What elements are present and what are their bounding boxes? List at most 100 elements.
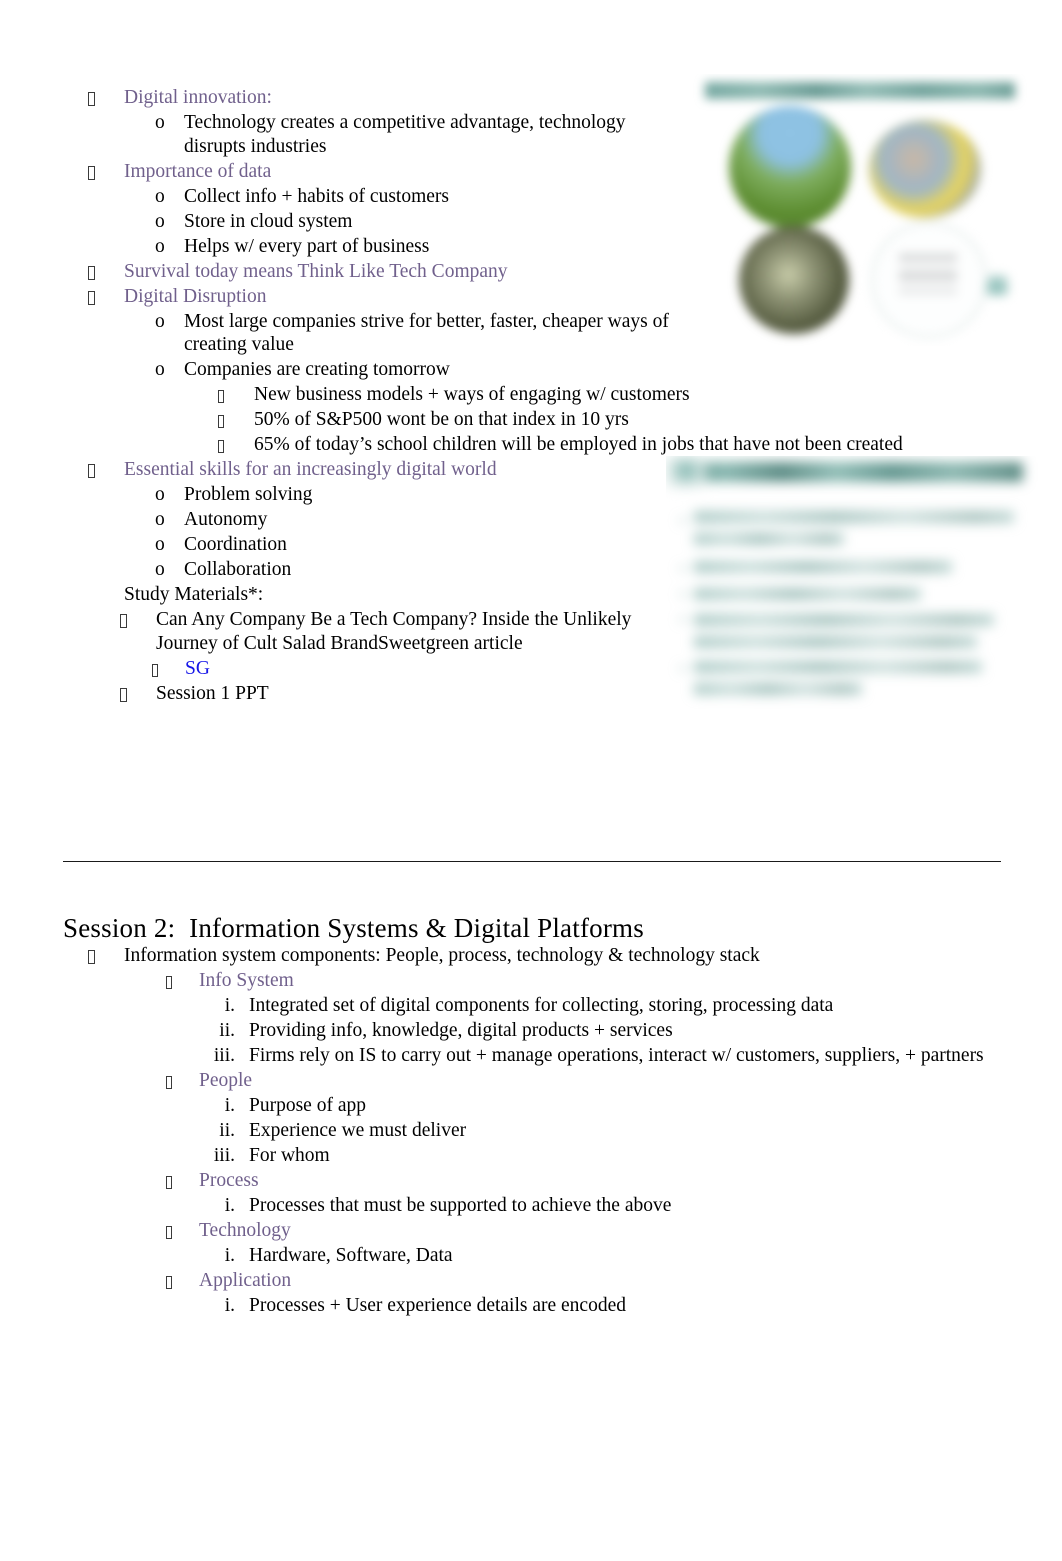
outline-item: o Helps w/ every part of business: [0, 235, 690, 259]
slide-bullet-dot: [680, 592, 685, 597]
outline-item: Process: [0, 1169, 1010, 1193]
outline-item-label: Integrated set of digital components for…: [249, 995, 834, 1016]
slide-bullet-line: [694, 661, 982, 673]
section-divider: [63, 861, 1001, 862]
outline-item: 50% of S&P500 wont be on that index in 1…: [0, 408, 1000, 432]
outline-item-label: Digital Disruption: [124, 285, 267, 307]
outline-item-label: Most large companies strive for better, …: [184, 310, 669, 356]
slide-logo-icon: [985, 274, 1009, 296]
outline-item: i. Processes that must be supported to a…: [0, 1194, 1010, 1218]
outline-item: o Autonomy: [0, 508, 690, 532]
list-marker-roman: i.: [224, 1295, 235, 1316]
outline-item: o Collaboration: [0, 558, 690, 582]
bullet-tofu-icon: [88, 160, 124, 184]
outline-item: Survival today means Think Like Tech Com…: [0, 260, 690, 284]
list-marker-roman: i.: [224, 1245, 235, 1266]
bullet-tofu-icon: [88, 285, 124, 309]
study-material-label: Session 1 PPT: [156, 682, 269, 704]
bullet-tofu-icon: [218, 408, 254, 432]
slide-bullet-line: [694, 511, 1014, 523]
outline-item-label: Processes that must be supported to achi…: [249, 1195, 672, 1216]
slide-bullet-line: [694, 636, 977, 648]
bullet-o-icon: o: [155, 112, 165, 133]
slide-title-banner: [678, 462, 1023, 482]
outline-item: Importance of data: [0, 160, 690, 184]
outline-item-label: 50% of S&P500 wont be on that index in 1…: [254, 409, 629, 430]
list-marker-roman: i.: [224, 1195, 235, 1216]
slide-bullet-dot: [680, 666, 685, 671]
outline-item-label: Survival today means Think Like Tech Com…: [124, 260, 508, 282]
outline-item-label: Problem solving: [184, 484, 313, 505]
bullet-o-icon: o: [155, 185, 165, 207]
study-material-item[interactable]: SG: [0, 657, 690, 681]
bullet-tofu-icon: [88, 86, 124, 110]
outline-item-label: Importance of data: [124, 160, 272, 182]
outline-section-1: Digital innovation: o Technology creates…: [0, 86, 903, 707]
outline-item-label: Experience we must deliver: [249, 1120, 467, 1141]
outline-item-label: 65% of today’s school children will be e…: [254, 434, 903, 455]
slide-bullet-line: [694, 588, 921, 600]
bullet-tofu-icon: [166, 1169, 199, 1193]
bullet-o-icon: o: [155, 559, 165, 580]
outline-item-label: Application: [199, 1270, 292, 1291]
bullet-o-icon: o: [155, 210, 165, 232]
study-material-label: Can Any Company Be a Tech Company? Insid…: [156, 609, 632, 654]
slide-bullet-line: [694, 614, 994, 626]
outline-item-label: Essential skills for an increasingly dig…: [124, 459, 497, 480]
list-marker-roman: ii.: [219, 1020, 235, 1041]
outline-item: o Coordination: [0, 533, 690, 557]
outline-item: i. Hardware, Software, Data: [0, 1244, 1010, 1268]
outline-item: Info System: [0, 969, 1010, 993]
outline-item: Technology: [0, 1219, 1010, 1243]
study-material-item: Session 1 PPT: [0, 682, 690, 706]
bullet-o-icon: o: [155, 534, 165, 555]
slide-bullet-line: [694, 561, 952, 573]
document-page: Digital innovation: o Technology creates…: [0, 0, 1062, 1561]
outline-item-label: Helps w/ every part of business: [184, 235, 430, 257]
bullet-tofu-icon: [166, 1269, 199, 1293]
bullet-tofu-icon: [120, 682, 156, 706]
slide-bullet-dot: [680, 518, 685, 523]
bullet-o-icon: o: [155, 310, 165, 332]
outline-item-label: For whom: [249, 1145, 330, 1166]
slide-bullet-line: [694, 683, 862, 695]
outline-item-label: Process: [199, 1170, 259, 1191]
outline-item-label: New business models + ways of engaging w…: [254, 384, 690, 405]
outline-item: Digital innovation:: [0, 86, 690, 110]
outline-section-2: Information system components: People, p…: [0, 944, 1010, 1319]
bullet-tofu-icon: [152, 657, 185, 681]
bullet-o-icon: o: [155, 484, 165, 505]
outline-item: Essential skills for an increasingly dig…: [0, 458, 690, 482]
outline-item: iii. Firms rely on IS to carry out + man…: [0, 1044, 1010, 1068]
outline-item-label: Info System: [199, 970, 294, 991]
bullet-o-icon: o: [155, 359, 165, 380]
bullet-tofu-icon: [166, 1219, 199, 1243]
bullet-tofu-icon: [120, 608, 156, 632]
list-marker-roman: iii.: [213, 1145, 235, 1166]
outline-item-label: Technology creates a competitive advanta…: [184, 112, 626, 157]
outline-item-label: Technology: [199, 1220, 291, 1241]
sg-link[interactable]: SG: [185, 657, 690, 681]
outline-item-label: Firms rely on IS to carry out + manage o…: [249, 1045, 984, 1066]
list-marker-roman: i.: [224, 1095, 235, 1116]
outline-item: New business models + ways of engaging w…: [0, 383, 1000, 407]
outline-item-label: Companies are creating tomorrow: [184, 359, 450, 380]
outline-item: o Collect info + habits of customers: [0, 185, 690, 209]
outline-item: o Technology creates a competitive advan…: [0, 111, 690, 158]
slide-title-banner: [705, 82, 1015, 99]
outline-item-label: Store in cloud system: [184, 210, 353, 232]
slide-photo-circle-2: [869, 120, 981, 218]
slide-blur-layer: [666, 456, 1046, 741]
outline-item: i. Integrated set of digital components …: [0, 994, 1010, 1018]
bullet-tofu-icon: [88, 458, 124, 482]
outline-item-label: Collect info + habits of customers: [184, 185, 449, 207]
outline-item-label: Digital innovation:: [124, 87, 272, 108]
outline-item: o Most large companies strive for better…: [0, 310, 690, 357]
blurred-slide-screenshot-bullets: [666, 456, 1046, 741]
bullet-tofu-icon: [218, 383, 254, 407]
outline-item-label: Purpose of app: [249, 1095, 366, 1116]
outline-item: i. Processes + User experience details a…: [0, 1294, 1010, 1318]
bullet-tofu-icon: [88, 260, 124, 284]
slide-blur-layer: [671, 74, 1043, 346]
bullet-tofu-icon: [218, 433, 254, 457]
